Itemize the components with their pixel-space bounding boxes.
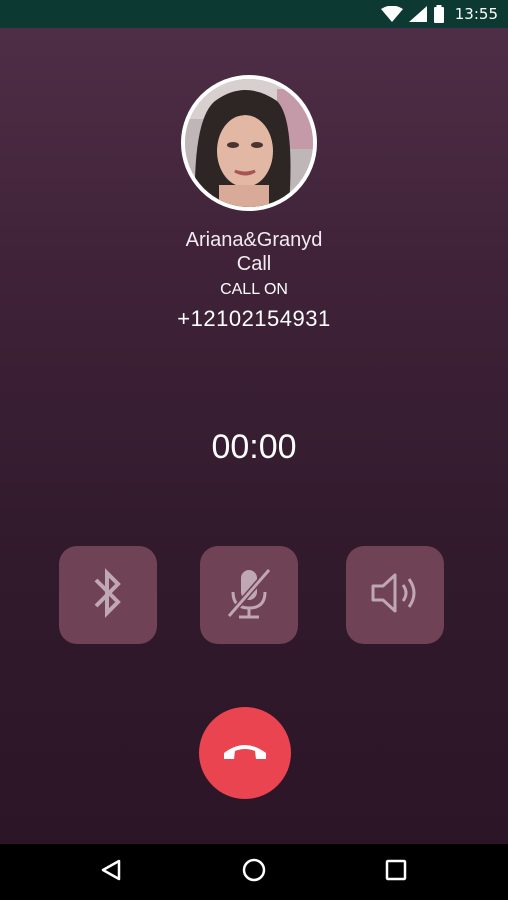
contact-name: Ariana&Granyd Call: [0, 228, 508, 276]
contact-avatar: [181, 75, 317, 211]
recents-button[interactable]: [382, 858, 410, 886]
speaker-button[interactable]: [346, 546, 444, 644]
call-timer: 00:00: [211, 428, 297, 466]
navigation-bar: [0, 844, 508, 900]
bluetooth-button[interactable]: [59, 546, 157, 644]
status-time: 13:55: [454, 5, 498, 23]
battery-icon: [433, 5, 445, 23]
wifi-icon: [380, 6, 403, 22]
call-status: CALL ON: [220, 281, 288, 298]
home-button[interactable]: [240, 858, 268, 886]
bluetooth-icon: [86, 564, 130, 627]
back-icon: [99, 858, 123, 887]
back-button[interactable]: [97, 858, 125, 886]
mute-button[interactable]: [200, 546, 298, 644]
contact-name-line2: Call: [236, 253, 272, 275]
end-call-button[interactable]: [199, 707, 291, 799]
speaker-icon: [367, 568, 423, 623]
call-screen: Ariana&Granyd Call CALL ON +12102154931 …: [0, 28, 508, 844]
mute-microphone-icon: [221, 564, 277, 627]
signal-icon: [408, 6, 427, 22]
contact-name-line1: Ariana&Granyd: [185, 229, 323, 251]
end-call-icon: [220, 739, 270, 768]
home-icon: [241, 857, 267, 888]
status-bar: 13:55: [0, 0, 508, 28]
phone-number: +12102154931: [177, 306, 331, 331]
recents-icon: [385, 859, 407, 886]
